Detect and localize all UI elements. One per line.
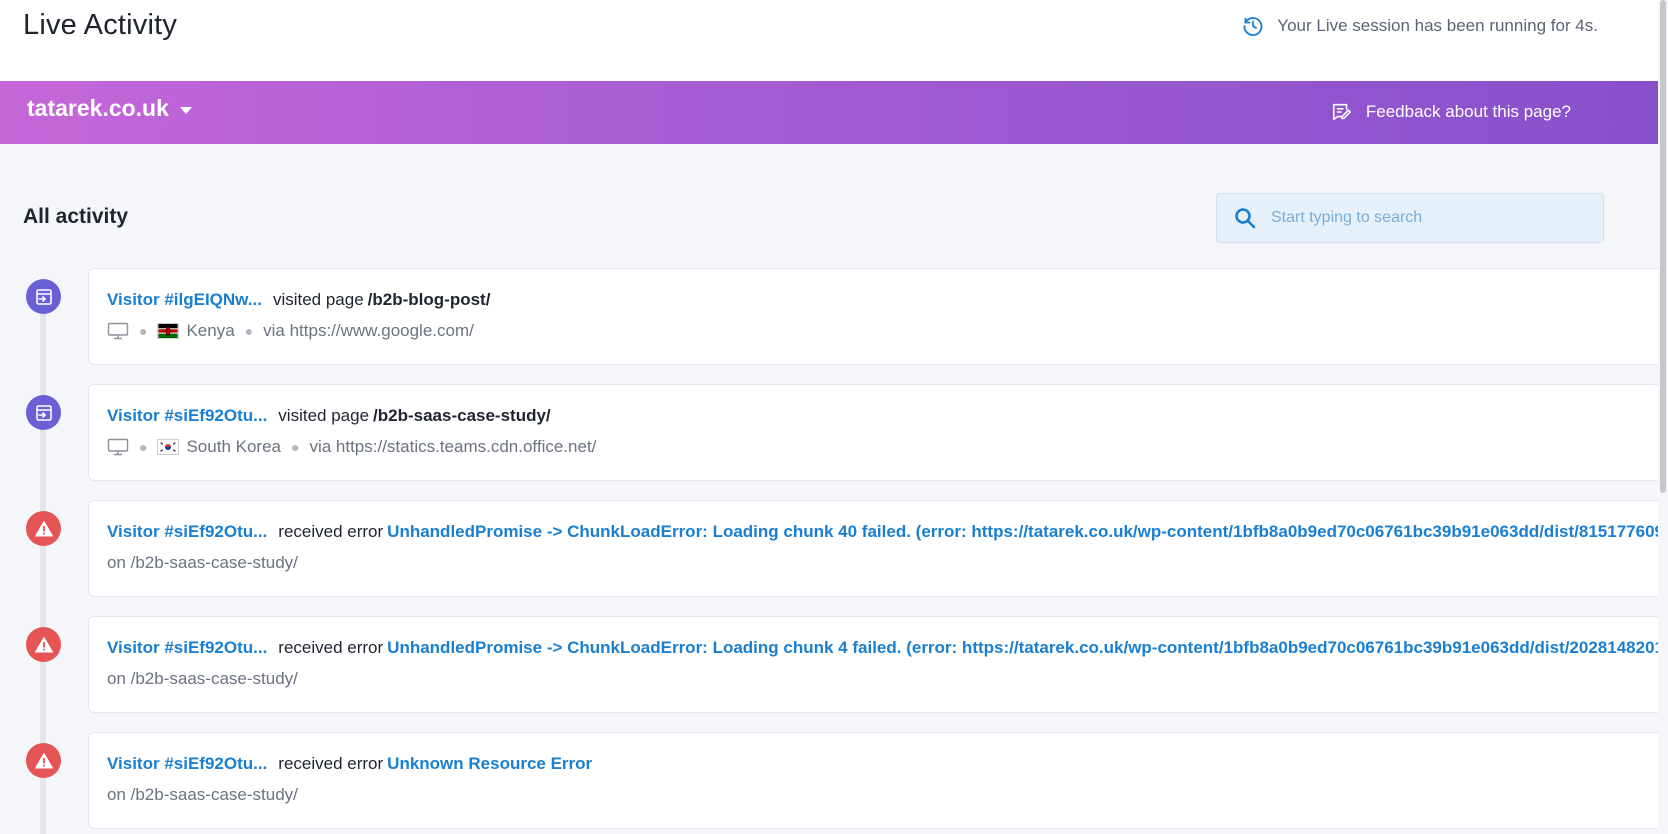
caret-down-icon (179, 106, 192, 114)
visitor-link[interactable]: Visitor #siEf92Otu... (107, 754, 267, 773)
visitor-link[interactable]: Visitor #siEf92Otu... (107, 406, 267, 425)
visitor-link[interactable]: Visitor #siEf92Otu... (107, 638, 267, 657)
clock-history-icon (1243, 17, 1263, 36)
site-name: tatarek.co.uk (27, 95, 169, 121)
page-path: /b2b-blog-post/ (367, 290, 491, 309)
activity-details: ● Kenya ● via https://www.google.com/ (107, 321, 474, 341)
visitor-country: South Korea (186, 437, 281, 456)
activity-entry: Visitor #ilgEIQNw... visited page/b2b-blo… (0, 268, 1668, 384)
page-path: /b2b-saas-case-study/ (373, 406, 551, 425)
feedback-icon (1332, 103, 1351, 121)
activity-summary: Visitor #siEf92Otu... received error Unkno… (107, 754, 592, 774)
separator-dot: ● (244, 323, 254, 339)
section-title: All activity (23, 205, 129, 228)
activity-entry: Visitor #siEf92Otu... received error Unkno… (0, 732, 1668, 834)
error-page: on /b2b-saas-case-study/ (107, 785, 298, 804)
activity-entry: Visitor #siEf92Otu... received error Unhan… (0, 616, 1668, 732)
activity-summary: Visitor #siEf92Otu... visited page/b2b-sa… (107, 406, 551, 426)
activity-action: visited page (278, 406, 370, 425)
referrer: via https://www.google.com/ (263, 321, 474, 340)
activity-details: ● South Korea ● via https://statics.team… (107, 437, 596, 457)
activity-entry: Visitor #siEf92Otu... received error Unhan… (0, 500, 1668, 616)
error-warning-icon (26, 627, 61, 662)
activity-card: Visitor #siEf92Otu... visited page/b2b-sa… (88, 384, 1668, 481)
activity-action: received error (278, 638, 384, 657)
activity-summary: Visitor #ilgEIQNw... visited page/b2b-blo… (107, 290, 490, 310)
activity-card: Visitor #siEf92Otu... received error Unhan… (88, 616, 1668, 713)
error-warning-icon (26, 743, 61, 778)
session-timer: Your Live session has been running for 4… (1241, 14, 1598, 38)
activity-card: Visitor #siEf92Otu... received error Unhan… (88, 500, 1668, 597)
search-box[interactable] (1216, 193, 1604, 243)
scrollbar-thumb[interactable] (1660, 0, 1666, 493)
error-page: on /b2b-saas-case-study/ (107, 669, 298, 688)
separator-dot: ● (139, 323, 148, 339)
site-banner: tatarek.co.uk Feedback about this page? (0, 81, 1658, 144)
activity-action: received error (278, 522, 384, 541)
activity-summary: Visitor #siEf92Otu... received error Unhan… (107, 522, 1667, 542)
activity-details: on /b2b-saas-case-study/ (107, 785, 298, 805)
separator-dot: ● (290, 439, 300, 455)
south-korea-flag-icon (157, 439, 180, 455)
activity-card: Visitor #siEf92Otu... received error Unkno… (88, 732, 1668, 829)
error-message-link[interactable]: UnhandledPromise -> ChunkLoadError: Load… (387, 522, 1667, 541)
error-page: on /b2b-saas-case-study/ (107, 553, 298, 572)
activity-details: on /b2b-saas-case-study/ (107, 669, 298, 689)
page-scrollbar[interactable] (1658, 0, 1668, 834)
visitor-link[interactable]: Visitor #siEf92Otu... (107, 522, 267, 541)
feedback-label: Feedback about this page? (1365, 102, 1571, 121)
desktop-icon (107, 322, 129, 340)
referrer: via https://statics.teams.cdn.office.net… (309, 437, 597, 456)
activity-action: received error (278, 754, 384, 773)
kenya-flag-icon (157, 323, 180, 339)
visitor-link[interactable]: Visitor #ilgEIQNw... (107, 290, 262, 309)
top-header: Live Activity Your Live session has been… (0, 0, 1658, 81)
session-text: Your Live session has been running for 4… (1277, 16, 1598, 35)
page-visit-icon (26, 279, 61, 314)
feedback-button[interactable]: Feedback about this page? (1331, 101, 1571, 123)
page-visit-icon (26, 395, 61, 430)
error-warning-icon (26, 511, 61, 546)
activity-details: on /b2b-saas-case-study/ (107, 553, 298, 573)
activity-card: Visitor #ilgEIQNw... visited page/b2b-blo… (88, 268, 1668, 365)
site-selector[interactable]: tatarek.co.uk (27, 95, 192, 122)
activity-feed: Visitor #ilgEIQNw... visited page/b2b-blo… (0, 268, 1668, 834)
visitor-country: Kenya (186, 321, 235, 340)
page-title: Live Activity (23, 9, 178, 41)
activity-entry: Visitor #siEf92Otu... visited page/b2b-sa… (0, 384, 1668, 500)
activity-action: visited page (272, 290, 364, 309)
error-message-link[interactable]: UnhandledPromise -> ChunkLoadError: Load… (387, 638, 1667, 657)
desktop-icon (107, 438, 129, 456)
error-message-link[interactable]: Unknown Resource Error (387, 754, 592, 773)
activity-summary: Visitor #siEf92Otu... received error Unhan… (107, 638, 1667, 658)
separator-dot: ● (139, 439, 148, 455)
search-icon (1235, 208, 1256, 229)
search-input[interactable] (1271, 209, 1591, 227)
